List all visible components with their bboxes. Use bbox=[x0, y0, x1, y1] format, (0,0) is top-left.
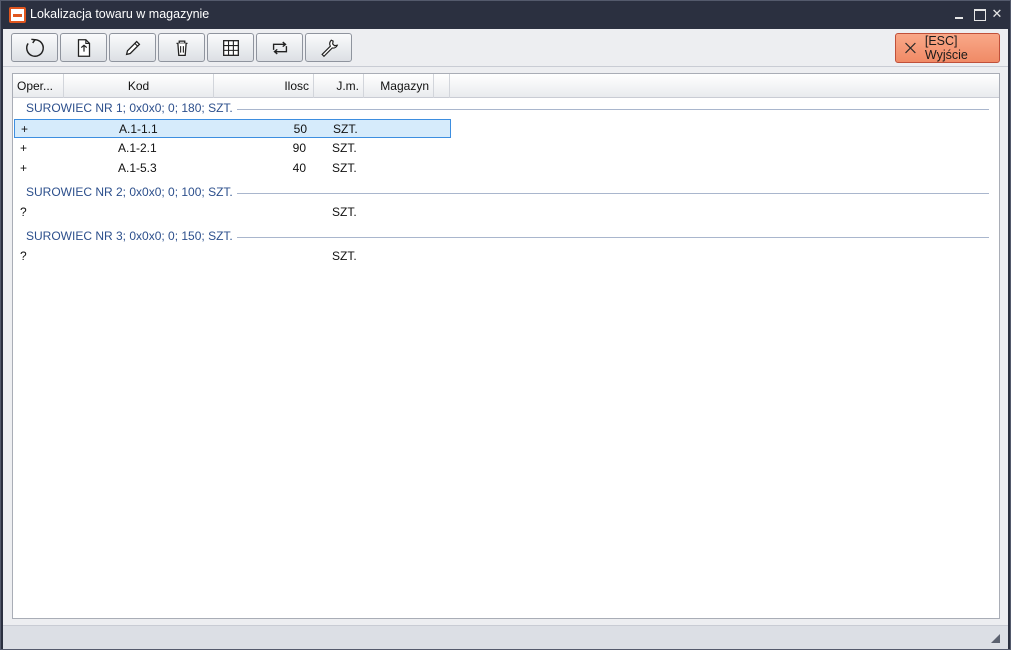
cell-jm: SZT. bbox=[332, 205, 357, 219]
column-header-oper[interactable]: Oper... bbox=[13, 74, 64, 98]
column-header-jm[interactable]: J.m. bbox=[314, 74, 364, 98]
close-icon bbox=[905, 42, 916, 54]
trash-icon bbox=[176, 39, 187, 56]
table-row[interactable]: + A.1-5.3 40 SZT. bbox=[13, 159, 450, 178]
refresh-icon bbox=[25, 38, 44, 57]
cell-jm: SZT. bbox=[332, 141, 357, 155]
exit-button[interactable]: [ESC] Wyjście bbox=[895, 33, 1000, 63]
grid-button[interactable] bbox=[207, 33, 254, 62]
data-grid[interactable]: Oper... Kod Ilosc J.m. Magazyn SUROWIEC … bbox=[12, 73, 1000, 619]
cell-jm: SZT. bbox=[332, 249, 357, 263]
client-area: [ESC] Wyjście Oper... Kod Ilosc J.m. Mag… bbox=[3, 29, 1008, 649]
pencil-icon bbox=[125, 40, 140, 55]
delete-button[interactable] bbox=[158, 33, 205, 62]
title-bar[interactable]: Lokalizacja towaru w magazynie ✕ bbox=[1, 1, 1010, 29]
cell-oper: + bbox=[20, 141, 28, 155]
cell-ilosc: 40 bbox=[292, 161, 306, 175]
cell-jm: SZT. bbox=[333, 122, 358, 136]
settings-button[interactable] bbox=[305, 33, 352, 62]
group-label: SUROWIEC NR 2; 0x0x0; 0; 100; SZT. bbox=[26, 185, 237, 199]
group-header[interactable]: SUROWIEC NR 1; 0x0x0; 0; 180; SZT. bbox=[13, 99, 999, 117]
table-row[interactable]: + A.1-2.1 90 SZT. bbox=[13, 139, 450, 158]
cell-oper: + bbox=[21, 122, 29, 136]
maximize-icon[interactable] bbox=[971, 6, 987, 22]
refresh-button[interactable] bbox=[11, 33, 58, 62]
status-bar bbox=[3, 625, 1008, 649]
cell-ilosc: 90 bbox=[292, 141, 306, 155]
minimize-icon[interactable] bbox=[951, 6, 967, 22]
window: Lokalizacja towaru w magazynie ✕ [ESC] W… bbox=[0, 0, 1011, 650]
toolbar: [ESC] Wyjście bbox=[3, 29, 1008, 67]
cell-kod: A.1-1.1 bbox=[119, 122, 158, 136]
cell-kod: A.1-5.3 bbox=[118, 161, 157, 175]
group-label: SUROWIEC NR 1; 0x0x0; 0; 180; SZT. bbox=[26, 101, 237, 115]
group-header[interactable]: SUROWIEC NR 3; 0x0x0; 0; 150; SZT. bbox=[13, 227, 999, 245]
column-header-magazyn[interactable]: Magazyn bbox=[364, 74, 434, 98]
window-title: Lokalizacja towaru w magazynie bbox=[30, 7, 210, 21]
close-icon[interactable]: ✕ bbox=[989, 6, 1005, 22]
repeat-icon bbox=[272, 41, 287, 54]
grid-header: Oper... Kod Ilosc J.m. Magazyn bbox=[13, 74, 999, 98]
new-document-button[interactable] bbox=[60, 33, 107, 62]
table-row[interactable]: + A.1-1.1 50 SZT. bbox=[14, 119, 451, 138]
cell-oper: ? bbox=[20, 205, 27, 219]
group-header[interactable]: SUROWIEC NR 2; 0x0x0; 0; 100; SZT. bbox=[13, 183, 999, 201]
cell-jm: SZT. bbox=[332, 161, 357, 175]
repeat-button[interactable] bbox=[256, 33, 303, 62]
new-document-icon bbox=[77, 38, 90, 57]
app-logo-icon bbox=[9, 7, 26, 23]
group-label: SUROWIEC NR 3; 0x0x0; 0; 150; SZT. bbox=[26, 229, 237, 243]
cell-oper: + bbox=[20, 161, 28, 175]
exit-button-label: [ESC] Wyjście bbox=[924, 34, 968, 62]
table-row[interactable]: ? SZT. bbox=[13, 247, 450, 266]
cell-oper: ? bbox=[20, 249, 27, 263]
resize-grip-icon[interactable] bbox=[991, 634, 1000, 643]
edit-button[interactable] bbox=[109, 33, 156, 62]
cell-kod: A.1-2.1 bbox=[118, 141, 157, 155]
column-header-ilosc[interactable]: Ilosc bbox=[214, 74, 314, 98]
column-header-kod[interactable]: Kod bbox=[64, 74, 214, 98]
table-row[interactable]: ? SZT. bbox=[13, 203, 450, 222]
wrench-icon bbox=[320, 38, 338, 57]
column-header-extra bbox=[434, 74, 450, 98]
cell-ilosc: 50 bbox=[293, 122, 307, 136]
grid-icon bbox=[222, 39, 239, 56]
